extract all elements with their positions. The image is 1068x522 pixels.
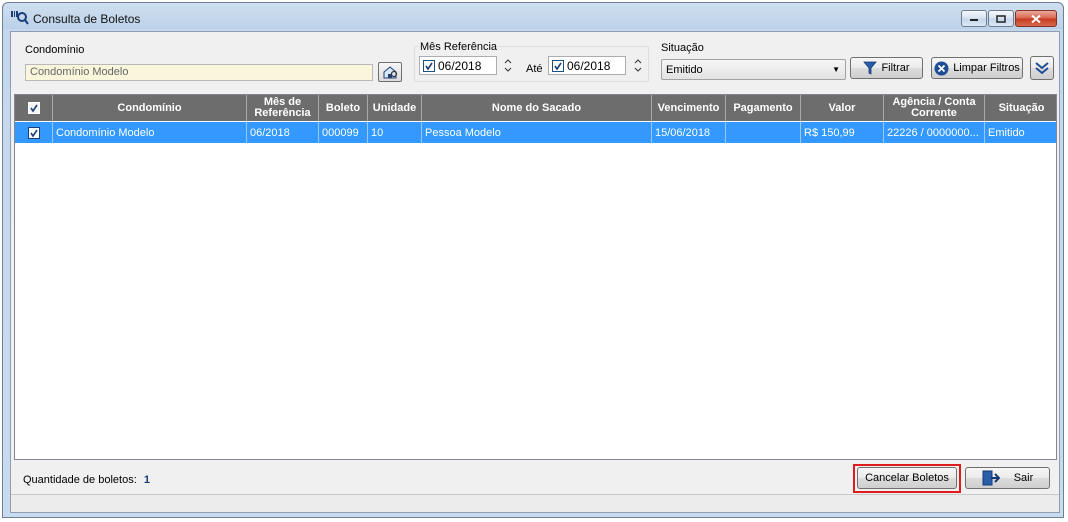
col-nome-sacado[interactable]: Nome do Sacado (422, 95, 652, 121)
ate-label: Até (526, 63, 543, 75)
table-row[interactable]: Condomínio Modelo 06/2018 000099 10 Pess… (15, 122, 1056, 143)
table-header: Condomínio Mês de Referência Boleto Unid… (15, 95, 1056, 121)
limpar-filtros-button[interactable]: Limpar Filtros (931, 57, 1023, 79)
sair-label: Sair (1013, 472, 1034, 484)
filtrar-button[interactable]: Filtrar (850, 57, 923, 79)
check-icon (29, 104, 38, 113)
mes-de-spinner[interactable] (501, 56, 515, 75)
close-icon (1031, 14, 1041, 23)
mes-referencia-label: Mês Referência (419, 41, 499, 53)
check-icon (29, 129, 38, 137)
col-pagamento[interactable]: Pagamento (726, 95, 801, 121)
cancelar-boletos-button[interactable]: Cancelar Boletos (857, 467, 957, 489)
spin-arrows-icon (634, 59, 642, 72)
cancelar-boletos-label: Cancelar Boletos (865, 472, 949, 484)
situacao-label: Situação (661, 42, 704, 54)
condominio-lookup-button[interactable] (378, 62, 402, 82)
col-mes-referencia[interactable]: Mês de Referência (247, 95, 319, 121)
cell-unidade[interactable]: 10 (368, 122, 422, 143)
quantidade-label: Quantidade de boletos: (23, 474, 137, 486)
filtrar-label: Filtrar (881, 62, 910, 74)
spin-arrows-icon (504, 59, 512, 72)
col-boleto[interactable]: Boleto (319, 95, 368, 121)
double-chevron-down-icon (1035, 62, 1049, 75)
mes-ate-spinner[interactable] (631, 56, 645, 75)
boletos-table: Condomínio Mês de Referência Boleto Unid… (14, 94, 1057, 460)
col-agencia-conta[interactable]: Agência / Conta Corrente (884, 95, 985, 121)
situacao-value: Emitido (666, 64, 703, 76)
col-unidade[interactable]: Unidade (368, 95, 422, 121)
title-bar[interactable]: Consulta de Boletos (3, 3, 1063, 31)
app-window: Consulta de Boletos Condomínio Condomíni… (2, 2, 1064, 518)
cell-situacao[interactable]: Emitido (985, 122, 1058, 143)
row-checkbox[interactable] (27, 126, 40, 139)
cell-mes-referencia[interactable]: 06/2018 (247, 122, 319, 143)
cell-agencia-conta[interactable]: 22226 / 0000000... (884, 122, 985, 143)
mes-ate-value: 06/2018 (567, 58, 611, 73)
maximize-button[interactable] (988, 10, 1014, 27)
row-select-cell[interactable] (15, 122, 53, 143)
col-vencimento[interactable]: Vencimento (652, 95, 726, 121)
boletos-search-icon (11, 10, 29, 25)
cell-nome-sacado[interactable]: Pessoa Modelo (422, 122, 652, 143)
condominio-label: Condomínio (25, 44, 85, 56)
quantidade-boletos: Quantidade de boletos: 1 (23, 474, 150, 486)
limpar-filtros-label: Limpar Filtros (953, 62, 1020, 74)
col-valor[interactable]: Valor (801, 95, 884, 121)
mes-de-field[interactable]: 06/2018 (419, 56, 497, 75)
chevron-down-icon: ▼ (832, 65, 840, 74)
filter-icon (863, 61, 878, 75)
mes-ate-checkbox[interactable] (552, 59, 564, 72)
mes-de-checkbox[interactable] (423, 59, 435, 72)
check-icon (425, 62, 433, 70)
cell-boleto[interactable]: 000099 (319, 122, 368, 143)
check-icon (554, 62, 562, 70)
expand-filters-button[interactable] (1030, 56, 1054, 80)
select-all-header[interactable] (15, 95, 53, 121)
cell-pagamento[interactable] (726, 122, 801, 143)
clear-filter-icon (934, 61, 949, 76)
mes-ate-field[interactable]: 06/2018 (548, 56, 626, 75)
sair-button[interactable]: Sair (965, 467, 1050, 489)
cell-vencimento[interactable]: 15/06/2018 (652, 122, 726, 143)
window-title: Consulta de Boletos (33, 12, 141, 26)
minimize-button[interactable] (961, 10, 987, 27)
situacao-select[interactable]: Emitido ▼ (661, 59, 846, 80)
cell-condominio[interactable]: Condomínio Modelo (53, 122, 247, 143)
col-condominio[interactable]: Condomínio (53, 95, 247, 121)
exit-icon (982, 470, 1000, 486)
footer-bar: Quantidade de boletos: 1 Cancelar Boleto… (11, 464, 1059, 494)
status-bar (11, 494, 1059, 512)
close-button[interactable] (1015, 10, 1057, 27)
quantidade-value: 1 (143, 474, 150, 486)
building-search-icon (383, 66, 398, 79)
cell-valor[interactable]: R$ 150,99 (801, 122, 884, 143)
client-area: Condomínio Condomínio Modelo Mês Referên… (10, 31, 1060, 513)
condominio-field[interactable]: Condomínio Modelo (25, 64, 373, 81)
select-all-checkbox[interactable] (27, 102, 40, 114)
mes-de-value: 06/2018 (438, 58, 482, 73)
col-situacao[interactable]: Situação (985, 95, 1058, 121)
